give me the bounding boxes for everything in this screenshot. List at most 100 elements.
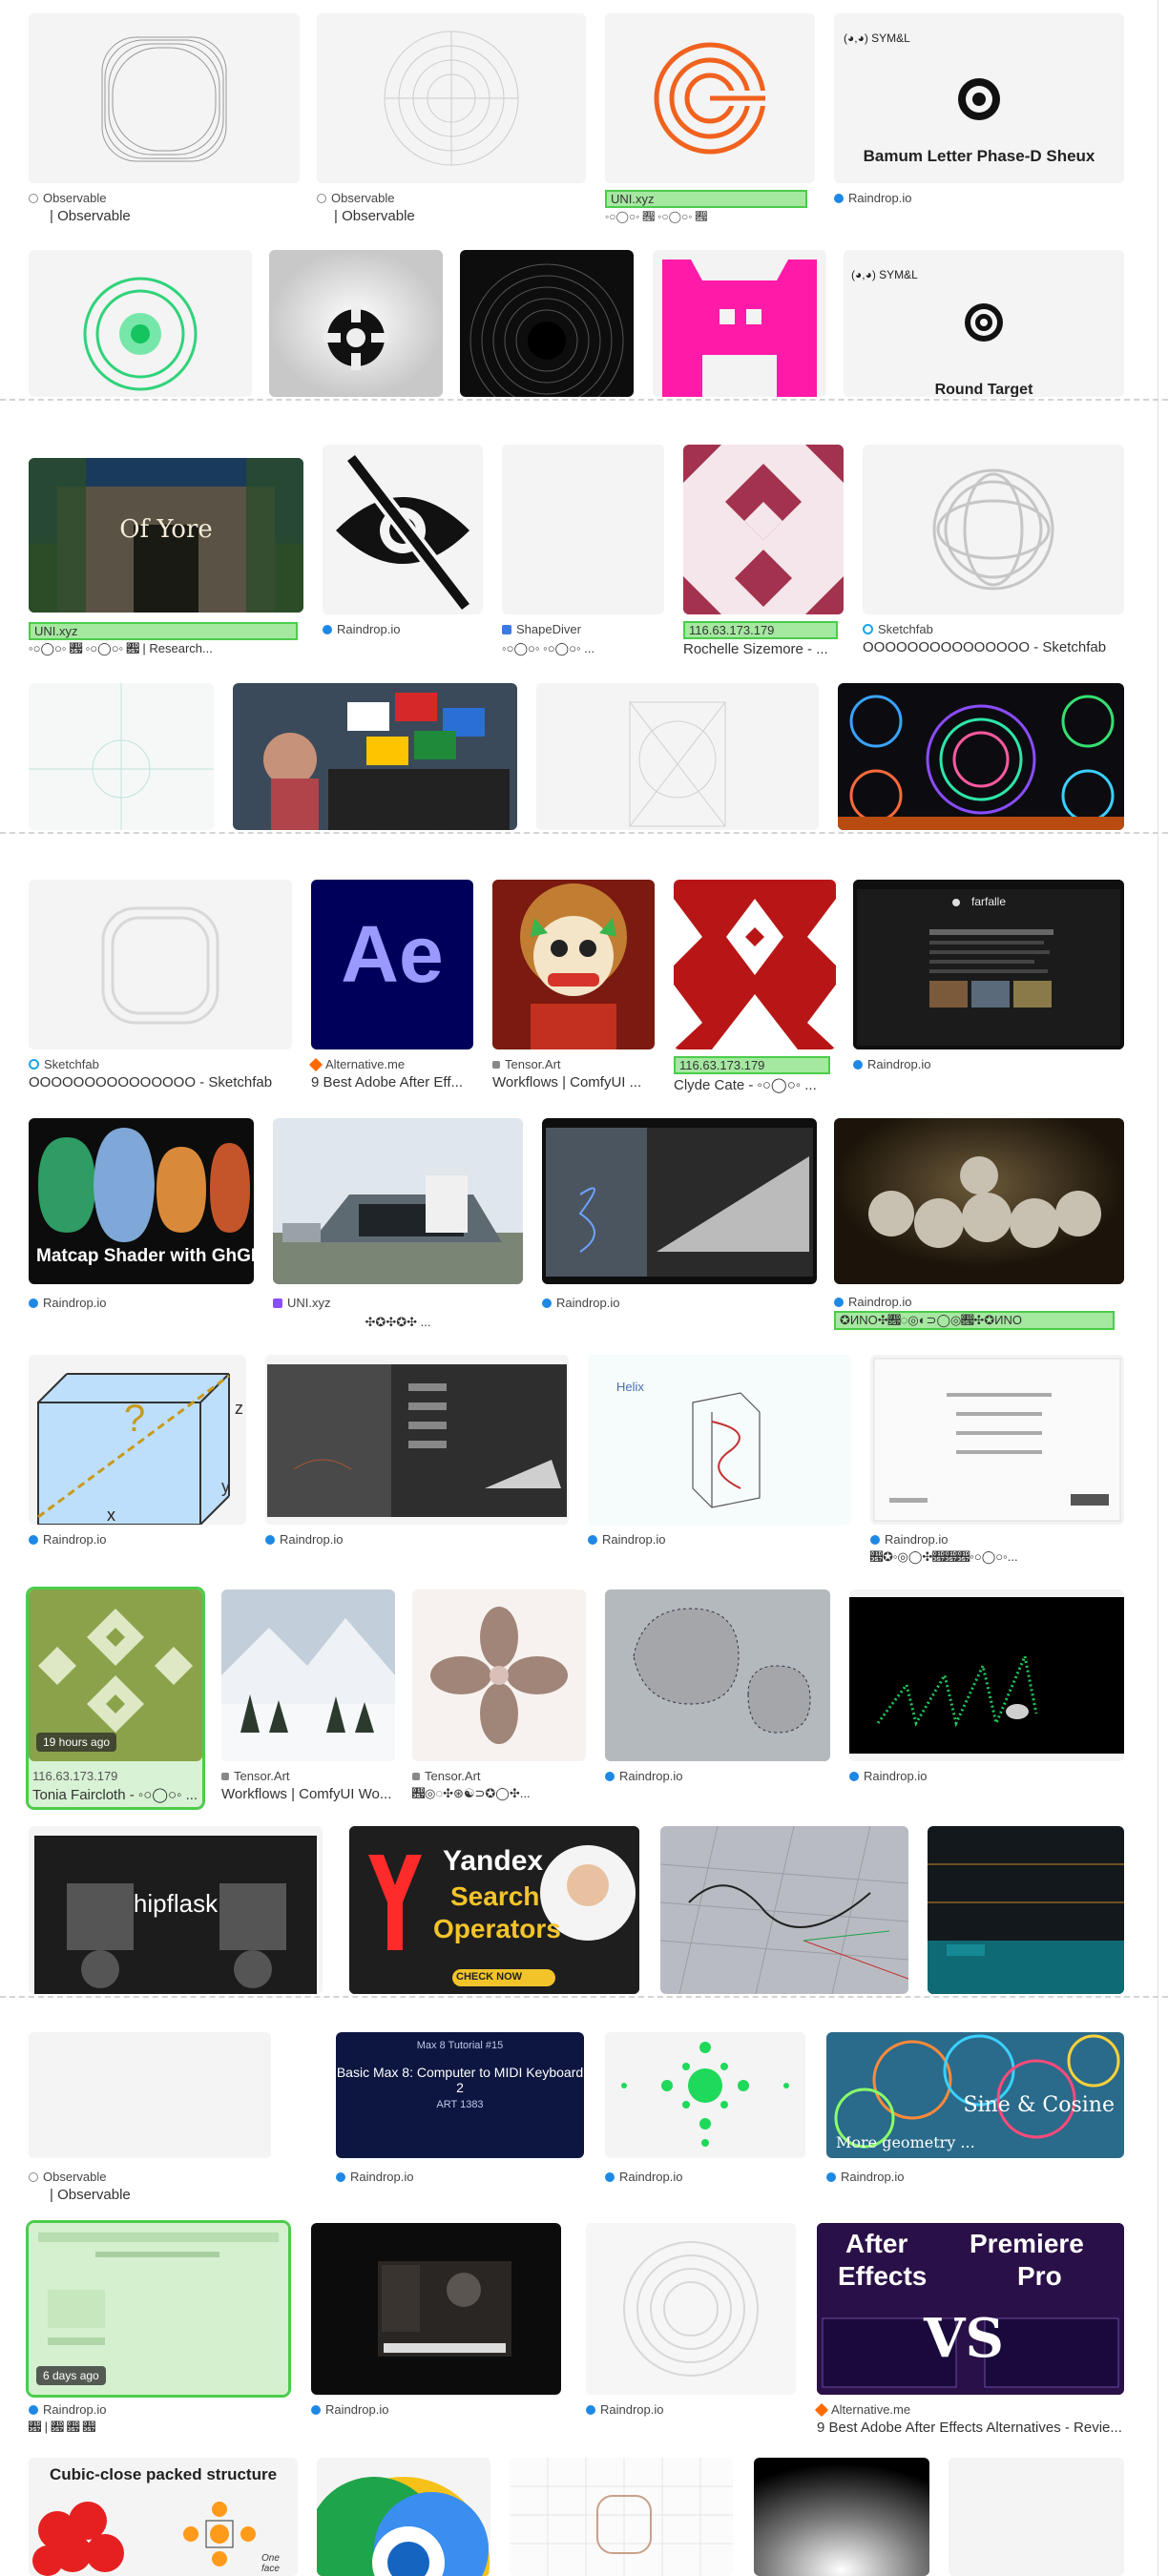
thumbnail[interactable] (265, 1355, 569, 1525)
image-card[interactable]: Tensor.Art Workflows | ComfyUI ... (492, 880, 655, 1095)
image-card[interactable] (754, 2458, 929, 2576)
image-card[interactable]: Raindrop.io (849, 1589, 1124, 1790)
thumbnail[interactable] (586, 2223, 796, 2395)
image-card[interactable] (928, 1826, 1124, 1994)
image-card[interactable]: Tensor.Art 𝍗◎◌✣⊛☯⊃✪◯✣... (412, 1589, 586, 1805)
thumbnail[interactable] (317, 13, 586, 183)
thumbnail[interactable]: After Effects Premiere Pro VS (817, 2223, 1124, 2395)
image-card[interactable]: Observable | Observable (29, 13, 300, 224)
thumbnail[interactable] (949, 2458, 1124, 2576)
thumbnail[interactable] (536, 683, 819, 830)
thumbnail[interactable] (660, 1826, 908, 1994)
thumbnail[interactable]: Cubic-close packed structure One face (29, 2458, 298, 2576)
thumbnail[interactable]: Sine & Cosine More geometry ... (826, 2032, 1124, 2158)
thumbnail[interactable]: ? z y (29, 1355, 246, 1525)
thumbnail[interactable]: (◕,◕) SYM&L Round Target (844, 250, 1124, 397)
image-card[interactable] (460, 250, 634, 397)
image-card[interactable] (269, 250, 443, 397)
thumbnail[interactable] (29, 880, 292, 1049)
image-card[interactable]: UNI.xyz ✣✪✣✪✣ ... (273, 1118, 523, 1334)
image-card[interactable] (233, 683, 517, 830)
thumbnail[interactable] (29, 683, 214, 830)
image-card[interactable]: Yandex Search Operators CHECK NOW (349, 1826, 639, 1994)
thumbnail[interactable] (653, 250, 826, 397)
thumbnail[interactable] (605, 2032, 805, 2158)
image-card[interactable]: (◕,◕) SYM&L Bamum Letter Phase-D Sheux R… (834, 13, 1124, 223)
image-card[interactable]: Raindrop.io (605, 1589, 830, 1790)
image-card[interactable] (29, 250, 252, 397)
image-card[interactable]: Matcap Shader with GhGL Raindrop.io (29, 1118, 254, 1319)
thumbnail[interactable] (412, 1589, 586, 1761)
thumbnail[interactable] (542, 1118, 817, 1284)
image-card[interactable]: Max 8 Tutorial #15 Basic Max 8: Computer… (336, 2032, 584, 2185)
image-card-selected[interactable]: 6 days ago (26, 2220, 291, 2398)
thumbnail[interactable] (317, 2458, 490, 2576)
image-card[interactable]: Raindrop.io ✪ИNO✣𝍗◌◎◐⊃◯◎𝍗✣✪ИNO (834, 1118, 1124, 1334)
thumbnail[interactable] (683, 445, 844, 614)
thumbnail[interactable] (849, 1589, 1124, 1761)
thumbnail[interactable] (870, 1355, 1124, 1525)
image-card[interactable]: Raindrop.io (323, 445, 483, 645)
thumbnail[interactable]: Of Yore (29, 458, 303, 613)
thumbnail[interactable]: hipflask (29, 1826, 323, 1994)
thumbnail[interactable] (492, 880, 655, 1049)
thumbnail[interactable] (311, 2223, 561, 2395)
image-card[interactable]: Of Yore UNI.xyz ◦○◯○◦ 𝍗 ◦○◯○◦ 𝍗 | Resear… (29, 454, 303, 660)
image-card[interactable]: farfalle Raindrop.io (853, 880, 1124, 1076)
thumbnail[interactable]: (◕,◕) SYM&L Bamum Letter Phase-D Sheux (834, 13, 1124, 183)
image-card[interactable] (653, 250, 826, 397)
image-card[interactable]: Raindrop.io (265, 1355, 569, 1547)
image-card[interactable]: Raindrop.io (542, 1118, 817, 1319)
thumbnail[interactable] (863, 445, 1124, 614)
thumbnail[interactable]: Yandex Search Operators CHECK NOW (349, 1826, 639, 1994)
thumbnail[interactable] (29, 250, 252, 397)
image-card[interactable]: Cubic-close packed structure One face (29, 2458, 298, 2576)
thumbnail[interactable] (605, 13, 815, 183)
image-card[interactable] (536, 683, 819, 830)
thumbnail[interactable]: Ae (311, 880, 473, 1049)
thumbnail[interactable] (674, 880, 836, 1049)
thumbnail[interactable] (605, 1589, 830, 1761)
image-card[interactable]: Raindrop.io 𝍗✪◦◎◯✣𝍗𝍗𝍗◦○◯○◦... (870, 1355, 1124, 1570)
thumbnail[interactable] (510, 2458, 733, 2576)
image-card[interactable]: 116.63.173.179 Rochelle Sizemore - ... (683, 445, 844, 660)
image-card[interactable]: Tensor.Art Workflows | ComfyUI Wo... (221, 1589, 395, 1805)
thumbnail[interactable] (233, 683, 517, 830)
image-card[interactable]: ShapeDiver ◦○◯○◦ ◦○◯○◦ ... (502, 445, 664, 660)
image-card-selected[interactable]: 19 hours ago 116.63.173.179 Tonia Faircl… (26, 1587, 205, 1810)
image-card[interactable]: UNI.xyz ◦○◯○◦ 𝍗 ◦○◯○◦ 𝍗 (605, 13, 815, 223)
image-card[interactable]: Raindrop.io (311, 2223, 561, 2417)
image-card[interactable]: (◕,◕) SYM&L Round Target (844, 250, 1124, 397)
image-card[interactable]: Sketchfab OOOOOOOOOOOOOOO - Sketchfab (863, 445, 1124, 660)
image-card[interactable]: After Effects Premiere Pro VS Alternativ… (814, 2223, 1124, 2439)
image-card[interactable]: Ae Alternative.me 9 Best Adobe After Eff… (308, 880, 473, 1095)
image-card[interactable]: Observable | Observable (317, 13, 586, 224)
thumbnail[interactable]: Max 8 Tutorial #15 Basic Max 8: Computer… (336, 2032, 584, 2158)
image-card[interactable]: ? z y x Raindrop.io (29, 1355, 246, 1547)
image-card[interactable]: Raindrop.io (586, 2223, 796, 2417)
image-card[interactable]: hipflask (29, 1826, 323, 1994)
thumbnail[interactable] (928, 1826, 1124, 1994)
thumbnail[interactable]: Matcap Shader with GhGL (29, 1118, 254, 1284)
thumbnail[interactable]: farfalle (853, 880, 1124, 1049)
thumbnail[interactable] (502, 445, 664, 614)
image-card[interactable] (510, 2458, 733, 2576)
thumbnail[interactable] (754, 2458, 929, 2576)
image-card[interactable] (660, 1826, 908, 1994)
thumbnail[interactable]: 19 hours ago (29, 1589, 202, 1761)
thumbnail[interactable] (221, 1589, 395, 1761)
thumbnail[interactable] (323, 445, 483, 614)
thumbnail[interactable] (269, 250, 443, 397)
image-card[interactable] (29, 683, 214, 830)
thumbnail[interactable]: 6 days ago (29, 2223, 288, 2395)
image-card[interactable]: Helix Raindrop.io (588, 1355, 851, 1547)
thumbnail[interactable] (29, 13, 300, 183)
image-card[interactable]: Observable | Observable (29, 2032, 271, 2204)
thumbnail[interactable] (460, 250, 634, 397)
image-card[interactable]: Sketchfab OOOOOOOOOOOOOOO - Sketchfab (29, 880, 292, 1095)
image-card[interactable]: Raindrop.io (605, 2032, 805, 2185)
image-card[interactable] (949, 2458, 1124, 2576)
thumbnail[interactable]: Helix (588, 1355, 851, 1525)
thumbnail[interactable] (29, 2032, 271, 2158)
image-card[interactable] (317, 2458, 490, 2576)
